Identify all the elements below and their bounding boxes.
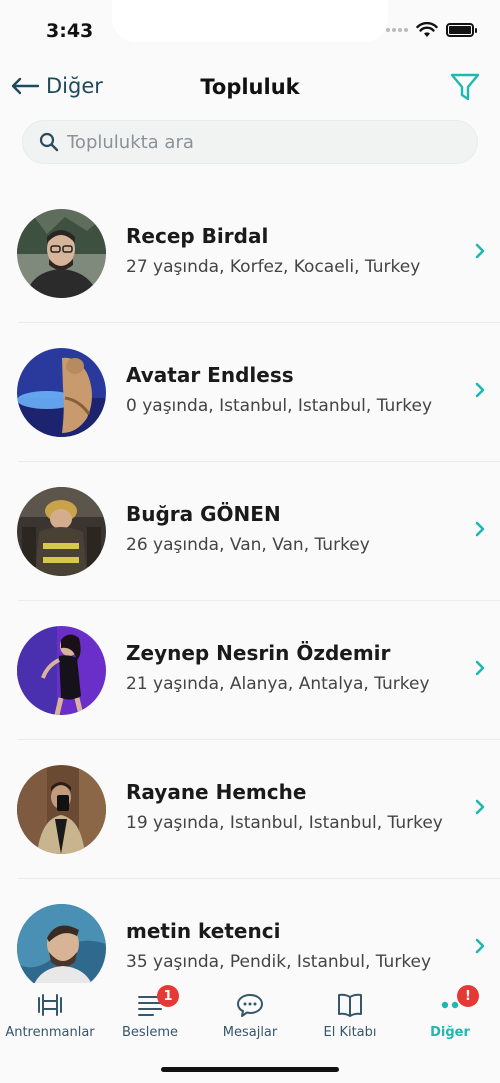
list-item[interactable]: Zeynep Nesrin Özdemir 21 yaşında, Alanya… [0,601,500,740]
tab-label: Antrenmanlar [5,1025,95,1040]
avatar [17,348,106,437]
search-input[interactable] [67,131,447,153]
tab-label: El Kitabı [323,1025,377,1040]
dumbbell-icon [38,994,62,1016]
alert-badge: ! [457,985,479,1007]
member-detail: 0 yaşında, Istanbul, Istanbul, Turkey [126,396,433,416]
status-icons [386,22,477,38]
avatar [17,904,106,993]
member-name: Rayane Hemche [126,780,307,804]
chevron-right-icon [475,938,485,954]
list-item[interactable]: Avatar Endless 0 yaşında, Istanbul, Ista… [0,323,500,462]
chevron-right-icon [475,382,485,398]
member-list: Recep Birdal 27 yaşında, Korfez, Kocaeli… [0,184,500,1018]
chevron-right-icon [475,660,485,676]
member-detail: 27 yaşında, Korfez, Kocaeli, Turkey [126,257,421,277]
filter-icon [450,73,480,101]
tab-label: Mesajlar [222,1025,278,1040]
tab-besleme[interactable]: 1 Besleme [100,985,200,1040]
member-detail: 26 yaşında, Van, Van, Turkey [126,535,370,555]
member-name: Zeynep Nesrin Özdemir [126,641,391,665]
book-icon [338,993,362,1017]
tab-diger[interactable]: ! Diğer [400,985,500,1040]
chevron-right-icon [475,521,485,537]
list-item[interactable]: Rayane Hemche 19 yaşında, Istanbul, Ista… [0,740,500,879]
member-name: Avatar Endless [126,363,294,387]
wifi-icon [416,22,438,37]
navigation-bar: Diğer Topluluk [0,66,500,112]
avatar [17,626,106,715]
signal-icon [386,28,408,32]
member-detail: 19 yaşında, Istanbul, Istanbul, Turkey [126,813,443,833]
list-item[interactable]: Buğra GÖNEN 26 yaşında, Van, Van, Turkey [0,462,500,601]
member-detail: 21 yaşında, Alanya, Antalya, Turkey [126,674,430,694]
tab-mesajlar[interactable]: Mesajlar [200,991,300,1040]
tab-label: Besleme [122,1025,178,1040]
search-icon [39,132,59,152]
tab-el-kitabi[interactable]: El Kitabı [300,991,400,1040]
more-icon [441,1001,459,1009]
avatar [17,487,106,576]
filter-button[interactable] [450,72,480,106]
avatar [17,765,106,854]
member-detail: 35 yaşında, Pendik, Istanbul, Turkey [126,952,432,972]
chevron-right-icon [475,243,485,259]
home-indicator [161,1067,339,1072]
page-title: Topluluk [200,75,300,99]
tab-bar: Antrenmanlar 1 Besleme Mesajlar El Kitab… [0,983,500,1083]
chevron-right-icon [475,799,485,815]
member-name: Recep Birdal [126,224,269,248]
chat-icon [237,994,263,1017]
tab-antrenmanlar[interactable]: Antrenmanlar [0,991,100,1040]
search-bar [22,120,478,164]
notification-badge: 1 [157,985,179,1007]
list-item[interactable]: Recep Birdal 27 yaşında, Korfez, Kocaeli… [0,184,500,323]
notch [112,0,388,42]
status-time: 3:43 [46,20,94,42]
member-name: Buğra GÖNEN [126,502,281,526]
tab-label: Diğer [430,1025,470,1040]
battery-icon [446,23,477,37]
avatar [17,209,106,298]
member-name: metin ketenci [126,919,281,943]
status-bar: 3:43 [0,0,500,60]
